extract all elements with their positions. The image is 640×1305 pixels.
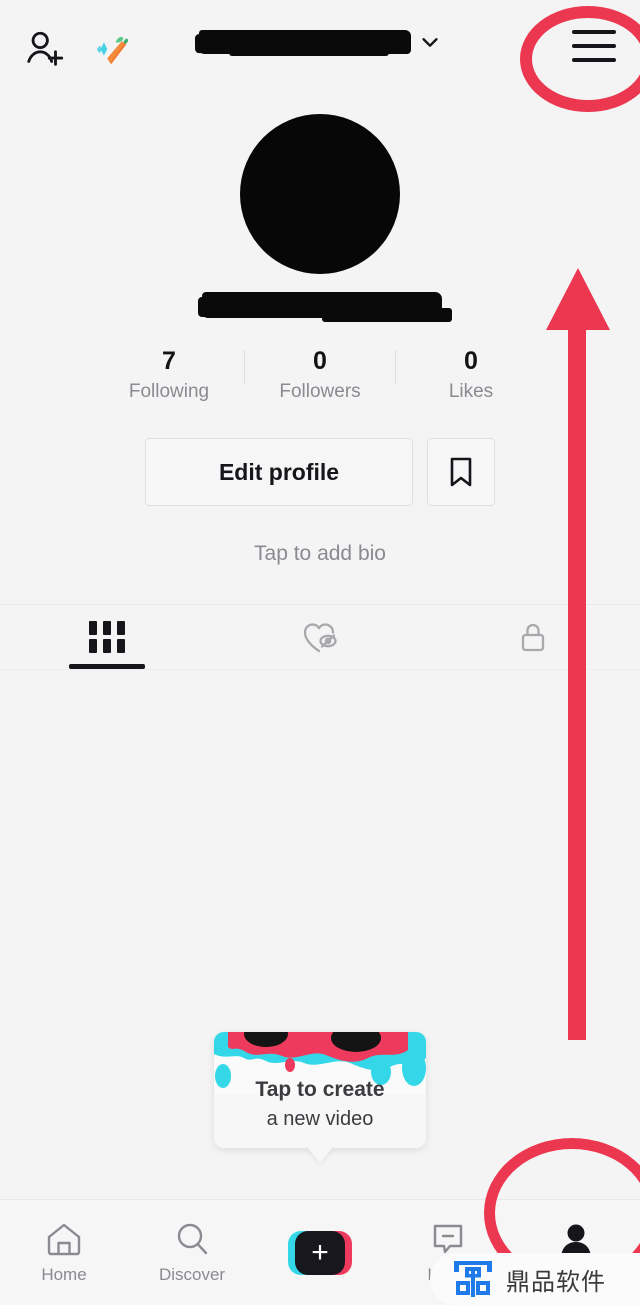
- avatar[interactable]: [240, 114, 400, 274]
- create-core: +: [295, 1230, 345, 1275]
- tooltip-line-2: a new video: [266, 1108, 374, 1130]
- tab-liked[interactable]: [213, 605, 426, 669]
- following-label: Following: [128, 381, 210, 402]
- profile-actions: Edit profile: [0, 438, 640, 506]
- tab-active-underline: [68, 664, 145, 669]
- annotation-arrow-head: [546, 268, 610, 330]
- home-icon: [47, 1223, 81, 1256]
- followers-count: 0: [313, 347, 327, 375]
- nav-item-discover[interactable]: Discover: [128, 1220, 256, 1285]
- likes-count: 0: [464, 347, 478, 375]
- tab-videos[interactable]: [0, 605, 213, 669]
- profile-stats: 7 Following 0 Followers 0 Likes: [0, 346, 640, 403]
- bookmark-button[interactable]: [427, 438, 495, 506]
- followers-label: Followers: [279, 381, 361, 402]
- tooltip-text: Tap to create a new video: [214, 1076, 426, 1134]
- following-count: 7: [162, 347, 176, 375]
- annotation-arrow-shaft: [568, 326, 586, 1040]
- bookmark-icon: [450, 457, 472, 487]
- edit-profile-button[interactable]: Edit profile: [145, 438, 413, 506]
- create-video-tooltip[interactable]: Tap to create a new video: [214, 1032, 426, 1148]
- tiktok-profile-screen: 7 Following 0 Followers 0 Likes Edit pro…: [0, 0, 640, 1305]
- tooltip-pointer: [307, 1147, 333, 1163]
- annotation-arrow-up: [546, 268, 610, 1040]
- plus-icon: +: [311, 1235, 329, 1269]
- heart-hidden-icon: [303, 623, 337, 653]
- likes-label: Likes: [448, 381, 494, 402]
- watermark: 鼎品软件: [430, 1253, 640, 1305]
- watermark-logo-icon: [454, 1261, 492, 1297]
- stat-following[interactable]: 7 Following: [94, 346, 244, 403]
- profile-tabs: [0, 604, 640, 670]
- stat-followers[interactable]: 0 Followers: [245, 346, 395, 403]
- bio-placeholder[interactable]: Tap to add bio: [0, 542, 640, 566]
- search-icon: [177, 1223, 208, 1255]
- handle-redaction: [198, 292, 452, 322]
- nav-item-home[interactable]: Home: [0, 1220, 128, 1285]
- nav-item-create[interactable]: +: [256, 1230, 384, 1275]
- create-video-button[interactable]: +: [288, 1230, 352, 1275]
- nav-label-discover: Discover: [158, 1265, 226, 1284]
- nav-label-home: Home: [41, 1265, 87, 1284]
- stat-likes[interactable]: 0 Likes: [396, 346, 546, 403]
- watermark-text: 鼎品软件: [506, 1267, 606, 1296]
- grid-icon: [88, 621, 125, 653]
- username-redaction: [199, 30, 411, 56]
- tooltip-line-1: Tap to create: [255, 1078, 385, 1101]
- chevron-down-icon[interactable]: [419, 31, 441, 53]
